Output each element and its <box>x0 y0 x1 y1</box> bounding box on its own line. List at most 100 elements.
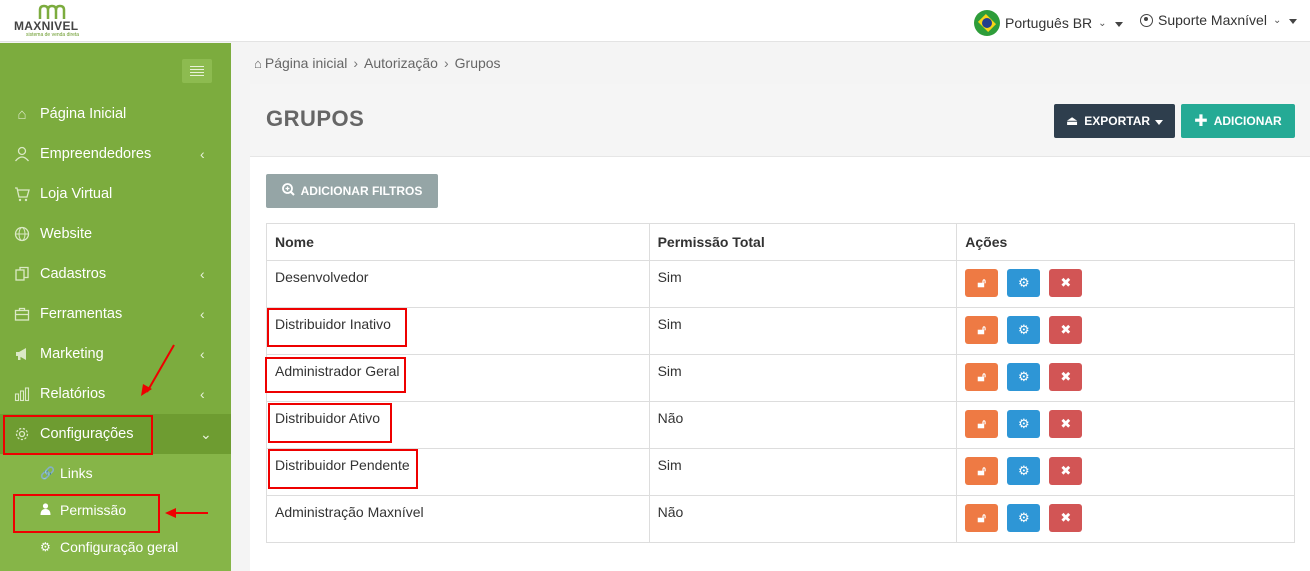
actions-cell: 🔓︎ ⚙ ✖ <box>956 354 1295 402</box>
permission-total-cell: Sim <box>648 307 958 355</box>
sidebar-item-loja-virtual[interactable]: Loja Virtual <box>0 174 231 214</box>
delete-button[interactable]: ✖ <box>1049 316 1083 344</box>
copy-icon <box>13 265 31 283</box>
unlock-button[interactable]: 🔓︎ <box>965 269 999 297</box>
breadcrumb-separator: › <box>443 55 449 71</box>
delete-button[interactable]: ✖ <box>1049 269 1083 297</box>
sidebar-item-website[interactable]: Website <box>0 214 231 254</box>
table-row: Distribuidor Pendente Sim 🔓︎ ⚙ ✖ <box>266 448 1295 496</box>
breadcrumb-level2-link[interactable]: Autorização <box>364 55 438 71</box>
table-row: Distribuidor Ativo Não 🔓︎ ⚙ ✖ <box>266 401 1295 449</box>
sidebar-item-pagina-inicial[interactable]: ⌂ Página Inicial <box>0 94 231 134</box>
settings-button[interactable]: ⚙ <box>1007 410 1041 438</box>
table-row: Desenvolvedor Sim 🔓︎ ⚙ ✖ <box>266 260 1295 308</box>
chevron-down-icon: ⌄ <box>200 425 212 442</box>
language-selector[interactable]: Português BR ⌄ <box>974 10 1123 36</box>
cog-icon: ⚙ <box>40 540 51 554</box>
submenu-item-label: Links <box>60 465 93 481</box>
annotation-box-row <box>268 403 392 443</box>
unlock-icon: 🔓︎ <box>977 322 986 337</box>
hamburger-line <box>190 66 204 67</box>
sidebar-item-marketing[interactable]: Marketing ‹ <box>0 334 231 374</box>
breadcrumb-home-link[interactable]: Página inicial <box>265 55 348 71</box>
sidebar-item-label: Empreendedores <box>40 146 152 162</box>
unlock-button[interactable]: 🔓︎ <box>965 504 999 532</box>
close-icon: ✖ <box>1060 463 1072 478</box>
brazil-flag-icon <box>974 10 1000 36</box>
column-header-permissao-total[interactable]: Permissão Total <box>648 223 958 261</box>
chevron-left-icon: ‹ <box>200 266 205 282</box>
delete-button[interactable]: ✖ <box>1049 457 1083 485</box>
sidebar-item-label: Website <box>40 226 93 242</box>
hamburger-line <box>190 69 204 70</box>
menu-toggle-button[interactable] <box>182 59 212 83</box>
actions-cell: 🔓︎ ⚙ ✖ <box>956 401 1295 449</box>
hamburger-line <box>190 75 204 76</box>
annotation-box-configuracoes <box>3 415 153 455</box>
caret-down-icon <box>1289 18 1298 24</box>
breadcrumb: ⌂ Página inicial › Autorização › Grupos <box>254 55 501 71</box>
settings-button[interactable]: ⚙ <box>1007 504 1041 532</box>
close-icon: ✖ <box>1060 416 1072 431</box>
add-filters-button[interactable]: ADICIONAR FILTROS <box>266 174 438 208</box>
table-row: Distribuidor Inativo Sim 🔓︎ ⚙ ✖ <box>266 307 1295 355</box>
top-bar: MAXNIVEL sistema de venda direta Portugu… <box>0 0 1310 42</box>
delete-button[interactable]: ✖ <box>1049 504 1083 532</box>
gear-icon: ⚙ <box>1017 275 1030 290</box>
home-icon: ⌂ <box>254 55 262 71</box>
unlock-button[interactable]: 🔓︎ <box>965 457 999 485</box>
brand-tagline: sistema de venda direta <box>26 32 80 38</box>
sidebar-item-empreendedores[interactable]: Empreendedores ‹ <box>0 134 231 174</box>
user-circle-icon <box>1140 13 1153 27</box>
settings-button[interactable]: ⚙ <box>1007 316 1041 344</box>
permission-total-cell: Sim <box>648 260 958 308</box>
close-icon: ✖ <box>1060 510 1072 525</box>
close-icon: ✖ <box>1060 369 1072 384</box>
sidebar-item-label: Relatórios <box>40 386 106 402</box>
settings-button[interactable]: ⚙ <box>1007 269 1041 297</box>
globe-icon <box>13 225 31 243</box>
gear-icon: ⚙ <box>1017 510 1030 525</box>
gear-icon: ⚙ <box>1017 416 1030 431</box>
unlock-button[interactable]: 🔓︎ <box>965 363 999 391</box>
column-header-nome[interactable]: Nome <box>266 223 650 261</box>
annotation-box-row <box>268 449 418 489</box>
delete-button[interactable]: ✖ <box>1049 363 1083 391</box>
cart-icon <box>13 185 31 203</box>
group-name-cell: Administração Maxnível <box>266 495 650 543</box>
logo[interactable]: MAXNIVEL sistema de venda direta <box>14 4 104 38</box>
briefcase-icon <box>13 305 31 323</box>
column-header-acoes: Ações <box>956 223 1295 261</box>
sidebar-item-relatorios[interactable]: Relatórios ‹ <box>0 374 231 414</box>
sidebar-item-cadastros[interactable]: Cadastros ‹ <box>0 254 231 294</box>
unlock-icon: 🔓︎ <box>977 416 986 431</box>
bar-chart-icon <box>13 385 31 403</box>
submenu-item-configuracao-geral[interactable]: ⚙ Configuração geral <box>40 537 178 557</box>
link-icon: 🔗 <box>40 466 55 480</box>
caret-down-icon <box>1114 21 1123 27</box>
unlock-button[interactable]: 🔓︎ <box>965 316 999 344</box>
sidebar-item-ferramentas[interactable]: Ferramentas ‹ <box>0 294 231 334</box>
breadcrumb-separator: › <box>353 55 359 71</box>
user-icon <box>13 145 31 163</box>
add-filters-label: ADICIONAR FILTROS <box>300 184 423 198</box>
table-row: Administração Maxnível Não 🔓︎ ⚙ ✖ <box>266 495 1295 543</box>
hamburger-line <box>190 72 204 73</box>
export-button[interactable]: ⏏ EXPORTAR <box>1054 104 1175 138</box>
delete-button[interactable]: ✖ <box>1049 410 1083 438</box>
home-icon: ⌂ <box>17 105 27 123</box>
submenu-item-links[interactable]: 🔗 Links <box>40 463 93 483</box>
chevron-left-icon: ‹ <box>200 346 205 362</box>
settings-button[interactable]: ⚙ <box>1007 363 1041 391</box>
settings-button[interactable]: ⚙ <box>1007 457 1041 485</box>
add-button[interactable]: ✚ ADICIONAR <box>1181 104 1295 138</box>
eject-icon: ⏏ <box>1065 113 1079 128</box>
gear-icon: ⚙ <box>1017 369 1030 384</box>
unlock-button[interactable]: 🔓︎ <box>965 410 999 438</box>
permission-total-cell: Não <box>648 495 958 543</box>
unlock-icon: 🔓︎ <box>977 510 986 525</box>
chevron-left-icon: ‹ <box>200 306 205 322</box>
user-menu[interactable]: Suporte Maxnível ⌄ <box>1140 10 1298 30</box>
chevron-down-icon: ⌄ <box>1272 14 1282 26</box>
actions-cell: 🔓︎ ⚙ ✖ <box>956 495 1295 543</box>
